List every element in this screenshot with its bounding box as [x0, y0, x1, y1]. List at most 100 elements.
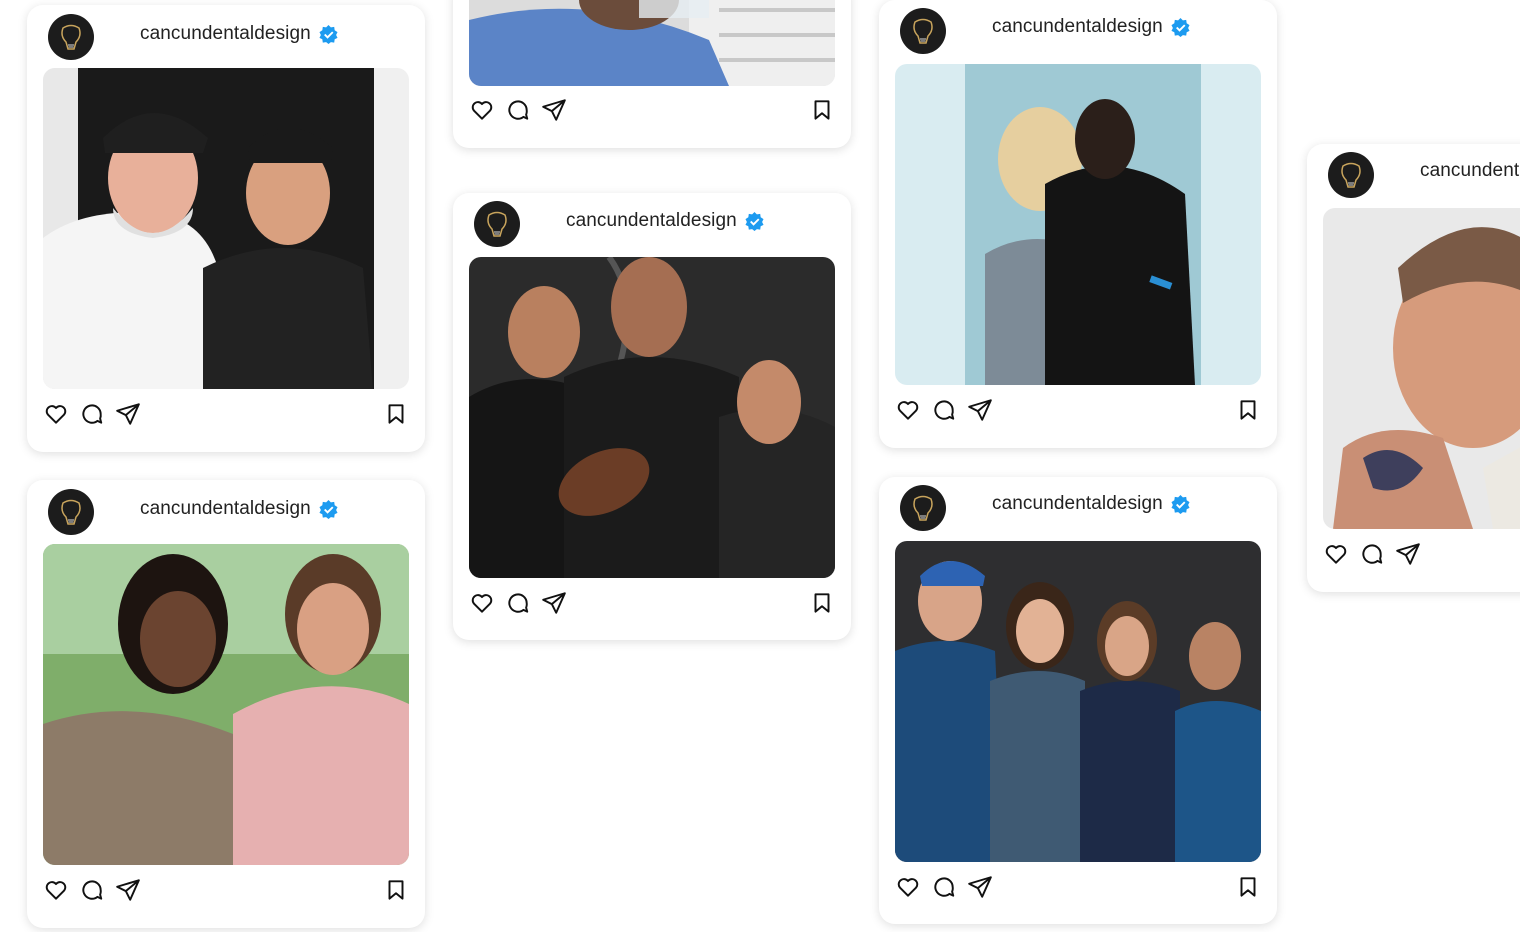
- avatar[interactable]: [48, 14, 94, 60]
- like-button[interactable]: [43, 401, 69, 427]
- verified-badge-icon: [1171, 17, 1190, 37]
- post-card-4: cancundentaldesign: [453, 193, 851, 640]
- like-button[interactable]: [1323, 541, 1349, 567]
- post-header: cancundentaldesign: [27, 480, 425, 544]
- verified-badge-icon: [319, 499, 338, 519]
- share-button[interactable]: [967, 874, 993, 900]
- comment-icon: [82, 404, 103, 424]
- share-icon: [968, 399, 992, 421]
- like-button[interactable]: [43, 877, 69, 903]
- post-actions: [895, 397, 1261, 427]
- post-card-2: cancundentaldesign: [27, 480, 425, 928]
- post-header: cancundentaldesign: [453, 193, 851, 257]
- comment-button[interactable]: [931, 874, 957, 900]
- comment-icon: [934, 400, 955, 420]
- bookmark-icon: [1240, 877, 1256, 897]
- username[interactable]: cancundentaldesign: [140, 498, 311, 520]
- share-button[interactable]: [115, 401, 141, 427]
- post-photo[interactable]: [895, 541, 1261, 862]
- post-header: cancundentaldesign: [879, 477, 1277, 541]
- username[interactable]: cancundentaldesign: [140, 23, 311, 45]
- post-photo[interactable]: [43, 544, 409, 865]
- heart-icon: [897, 401, 919, 420]
- post-photo[interactable]: [469, 257, 835, 578]
- post-actions: [895, 874, 1261, 904]
- heart-icon: [471, 101, 493, 120]
- tooth-logo-icon: [913, 495, 933, 521]
- share-button[interactable]: [115, 877, 141, 903]
- share-icon: [542, 592, 566, 614]
- tooth-logo-icon: [61, 24, 81, 50]
- heart-icon: [1325, 545, 1347, 564]
- post-card-1: cancundentaldesign: [27, 5, 425, 452]
- save-button[interactable]: [1235, 397, 1261, 423]
- comment-icon: [82, 880, 103, 900]
- like-button[interactable]: [895, 874, 921, 900]
- avatar[interactable]: [1328, 152, 1374, 198]
- comment-button[interactable]: [1359, 541, 1385, 567]
- comment-icon: [508, 100, 529, 120]
- comment-button[interactable]: [931, 397, 957, 423]
- share-button[interactable]: [967, 397, 993, 423]
- share-icon: [116, 403, 140, 425]
- post-photo[interactable]: [43, 68, 409, 389]
- comment-icon: [934, 877, 955, 897]
- save-button[interactable]: [383, 401, 409, 427]
- bookmark-icon: [814, 100, 830, 120]
- tooth-logo-icon: [1341, 162, 1361, 188]
- save-button[interactable]: [383, 877, 409, 903]
- comment-icon: [1362, 544, 1383, 564]
- post-card-6: cancundentaldesign: [879, 477, 1277, 924]
- username[interactable]: cancundentaldesign: [992, 16, 1163, 38]
- post-actions: [469, 590, 835, 620]
- save-button[interactable]: [809, 97, 835, 123]
- avatar[interactable]: [48, 489, 94, 535]
- avatar[interactable]: [900, 8, 946, 54]
- like-button[interactable]: [895, 397, 921, 423]
- avatar[interactable]: [900, 485, 946, 531]
- post-actions: [43, 877, 409, 907]
- avatar[interactable]: [474, 201, 520, 247]
- comment-button[interactable]: [79, 877, 105, 903]
- share-icon: [116, 879, 140, 901]
- bookmark-icon: [1240, 400, 1256, 420]
- like-button[interactable]: [469, 590, 495, 616]
- username[interactable]: cancundentaldesign: [992, 493, 1163, 515]
- verified-badge-icon: [1171, 494, 1190, 514]
- tooth-logo-icon: [913, 18, 933, 44]
- save-button[interactable]: [1235, 874, 1261, 900]
- post-header: cancundentaldesign: [879, 0, 1277, 64]
- verified-badge-icon: [745, 211, 764, 231]
- share-button[interactable]: [541, 590, 567, 616]
- post-card-3: [453, 0, 851, 148]
- username[interactable]: cancundentaldesign: [566, 210, 737, 232]
- bookmark-icon: [814, 593, 830, 613]
- share-icon: [968, 876, 992, 898]
- heart-icon: [45, 881, 67, 900]
- share-icon: [1396, 543, 1420, 565]
- post-photo[interactable]: [1323, 208, 1520, 529]
- share-icon: [542, 99, 566, 121]
- comment-icon: [508, 593, 529, 613]
- tooth-logo-icon: [61, 499, 81, 525]
- post-header: cancundent: [1307, 144, 1520, 208]
- comment-button[interactable]: [505, 97, 531, 123]
- verified-badge-icon: [319, 24, 338, 44]
- comment-button[interactable]: [505, 590, 531, 616]
- username[interactable]: cancundent: [1420, 160, 1519, 182]
- like-button[interactable]: [469, 97, 495, 123]
- heart-icon: [897, 878, 919, 897]
- post-actions: [469, 97, 835, 127]
- heart-icon: [45, 405, 67, 424]
- tooth-logo-icon: [487, 211, 507, 237]
- save-button[interactable]: [809, 590, 835, 616]
- comment-button[interactable]: [79, 401, 105, 427]
- post-photo[interactable]: [469, 0, 835, 86]
- post-header: cancundentaldesign: [27, 5, 425, 69]
- share-button[interactable]: [1395, 541, 1421, 567]
- heart-icon: [471, 594, 493, 613]
- bookmark-icon: [388, 880, 404, 900]
- post-photo[interactable]: [895, 64, 1261, 385]
- post-actions: [1323, 541, 1520, 571]
- share-button[interactable]: [541, 97, 567, 123]
